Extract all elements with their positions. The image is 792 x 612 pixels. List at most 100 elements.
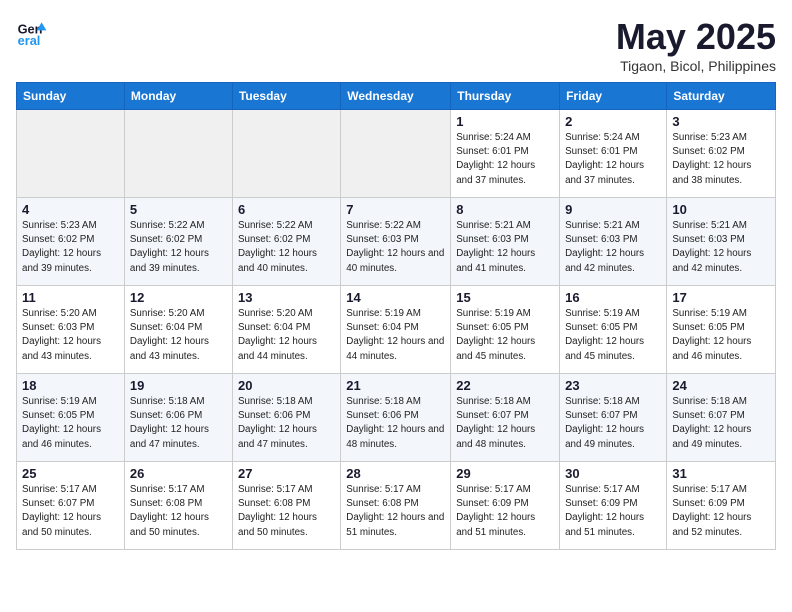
day-number: 19: [130, 378, 227, 393]
day-number: 8: [456, 202, 554, 217]
day-info: Sunrise: 5:17 AMSunset: 6:08 PMDaylight:…: [130, 483, 227, 540]
page-header: Gen eral May 2025 Tigaon, Bicol, Philipp…: [16, 16, 776, 74]
day-info: Sunrise: 5:19 AMSunset: 6:05 PMDaylight:…: [672, 307, 770, 364]
day-of-week-header: Saturday: [667, 83, 776, 110]
calendar-cell: 25Sunrise: 5:17 AMSunset: 6:07 PMDayligh…: [17, 462, 125, 550]
day-number: 30: [565, 466, 661, 481]
day-info: Sunrise: 5:17 AMSunset: 6:09 PMDaylight:…: [456, 483, 554, 540]
calendar-cell: 24 Sunrise: 5:18 AMSunset: 6:07 PMDayligh…: [667, 374, 776, 462]
day-info: Sunrise: 5:17 AMSunset: 6:09 PMDaylight:…: [672, 483, 770, 540]
day-number: 2: [565, 114, 661, 129]
day-of-week-header: Friday: [560, 83, 667, 110]
day-of-week-header: Wednesday: [341, 83, 451, 110]
calendar-cell: 7 Sunrise: 5:22 AMSunset: 6:03 PMDaylight…: [341, 198, 451, 286]
title-block: May 2025 Tigaon, Bicol, Philippines: [616, 16, 776, 74]
calendar-cell: 4 Sunrise: 5:23 AMSunset: 6:02 PMDaylight…: [17, 198, 125, 286]
calendar-table: SundayMondayTuesdayWednesdayThursdayFrid…: [16, 82, 776, 550]
calendar-cell: 3 Sunrise: 5:23 AMSunset: 6:02 PMDaylight…: [667, 110, 776, 198]
location-subtitle: Tigaon, Bicol, Philippines: [616, 58, 776, 74]
day-number: 17: [672, 290, 770, 305]
day-info: Sunrise: 5:18 AMSunset: 6:07 PMDaylight:…: [672, 395, 770, 452]
day-number: 4: [22, 202, 119, 217]
calendar-cell: 10Sunrise: 5:21 AMSunset: 6:03 PMDayligh…: [667, 198, 776, 286]
day-number: 13: [238, 290, 335, 305]
day-info: Sunrise: 5:19 AMSunset: 6:05 PMDaylight:…: [22, 395, 119, 452]
day-info: Sunrise: 5:18 AMSunset: 6:06 PMDaylight:…: [130, 395, 227, 452]
day-number: 21: [346, 378, 445, 393]
calendar-header-row: SundayMondayTuesdayWednesdayThursdayFrid…: [17, 83, 776, 110]
calendar-cell: 8 Sunrise: 5:21 AMSunset: 6:03 PMDaylight…: [451, 198, 560, 286]
calendar-cell: 19 Sunrise: 5:18 AMSunset: 6:06 PMDayligh…: [124, 374, 232, 462]
day-info: Sunrise: 5:19 AMSunset: 6:04 PMDaylight:…: [346, 307, 445, 364]
day-number: 1: [456, 114, 554, 129]
day-number: 11: [22, 290, 119, 305]
calendar-cell: [232, 110, 340, 198]
calendar-cell: 13Sunrise: 5:20 AMSunset: 6:04 PMDayligh…: [232, 286, 340, 374]
calendar-cell: 11 Sunrise: 5:20 AMSunset: 6:03 PMDayligh…: [17, 286, 125, 374]
svg-text:eral: eral: [18, 33, 41, 48]
calendar-cell: 28 Sunrise: 5:17 AMSunset: 6:08 PMDayligh…: [341, 462, 451, 550]
day-number: 9: [565, 202, 661, 217]
calendar-cell: 18 Sunrise: 5:19 AMSunset: 6:05 PMDayligh…: [17, 374, 125, 462]
day-info: Sunrise: 5:21 AMSunset: 6:03 PMDaylight:…: [456, 219, 554, 276]
day-info: Sunrise: 5:18 AMSunset: 6:07 PMDaylight:…: [565, 395, 661, 452]
calendar-cell: 5 Sunrise: 5:22 AMSunset: 6:02 PMDaylight…: [124, 198, 232, 286]
day-number: 6: [238, 202, 335, 217]
month-title: May 2025: [616, 16, 776, 58]
calendar-cell: 22Sunrise: 5:18 AMSunset: 6:07 PMDayligh…: [451, 374, 560, 462]
day-number: 24: [672, 378, 770, 393]
calendar-cell: 31 Sunrise: 5:17 AMSunset: 6:09 PMDayligh…: [667, 462, 776, 550]
day-number: 5: [130, 202, 227, 217]
day-info: Sunrise: 5:17 AMSunset: 6:08 PMDaylight:…: [346, 483, 445, 540]
day-info: Sunrise: 5:18 AMSunset: 6:06 PMDaylight:…: [346, 395, 445, 452]
calendar-cell: 15Sunrise: 5:19 AMSunset: 6:05 PMDayligh…: [451, 286, 560, 374]
day-number: 15: [456, 290, 554, 305]
calendar-week-row: 4 Sunrise: 5:23 AMSunset: 6:02 PMDaylight…: [17, 198, 776, 286]
calendar-cell: 6 Sunrise: 5:22 AMSunset: 6:02 PMDaylight…: [232, 198, 340, 286]
calendar-cell: 26Sunrise: 5:17 AMSunset: 6:08 PMDayligh…: [124, 462, 232, 550]
day-number: 20: [238, 378, 335, 393]
calendar-cell: 21 Sunrise: 5:18 AMSunset: 6:06 PMDayligh…: [341, 374, 451, 462]
day-info: Sunrise: 5:23 AMSunset: 6:02 PMDaylight:…: [672, 131, 770, 188]
day-info: Sunrise: 5:19 AMSunset: 6:05 PMDaylight:…: [565, 307, 661, 364]
day-number: 22: [456, 378, 554, 393]
day-number: 28: [346, 466, 445, 481]
day-number: 3: [672, 114, 770, 129]
calendar-cell: [124, 110, 232, 198]
day-of-week-header: Sunday: [17, 83, 125, 110]
day-number: 18: [22, 378, 119, 393]
calendar-cell: 30Sunrise: 5:17 AMSunset: 6:09 PMDayligh…: [560, 462, 667, 550]
calendar-cell: 16 Sunrise: 5:19 AMSunset: 6:05 PMDayligh…: [560, 286, 667, 374]
day-number: 14: [346, 290, 445, 305]
day-info: Sunrise: 5:17 AMSunset: 6:07 PMDaylight:…: [22, 483, 119, 540]
calendar-cell: 12Sunrise: 5:20 AMSunset: 6:04 PMDayligh…: [124, 286, 232, 374]
calendar-cell: 27 Sunrise: 5:17 AMSunset: 6:08 PMDayligh…: [232, 462, 340, 550]
day-of-week-header: Thursday: [451, 83, 560, 110]
calendar-cell: 17 Sunrise: 5:19 AMSunset: 6:05 PMDayligh…: [667, 286, 776, 374]
day-number: 16: [565, 290, 661, 305]
day-info: Sunrise: 5:22 AMSunset: 6:02 PMDaylight:…: [238, 219, 335, 276]
day-info: Sunrise: 5:22 AMSunset: 6:02 PMDaylight:…: [130, 219, 227, 276]
day-info: Sunrise: 5:17 AMSunset: 6:08 PMDaylight:…: [238, 483, 335, 540]
calendar-cell: 29 Sunrise: 5:17 AMSunset: 6:09 PMDayligh…: [451, 462, 560, 550]
day-number: 27: [238, 466, 335, 481]
logo-icon: Gen eral: [16, 16, 48, 48]
calendar-cell: [17, 110, 125, 198]
day-info: Sunrise: 5:21 AMSunset: 6:03 PMDaylight:…: [565, 219, 661, 276]
day-of-week-header: Monday: [124, 83, 232, 110]
day-info: Sunrise: 5:18 AMSunset: 6:06 PMDaylight:…: [238, 395, 335, 452]
day-info: Sunrise: 5:20 AMSunset: 6:03 PMDaylight:…: [22, 307, 119, 364]
calendar-cell: 20 Sunrise: 5:18 AMSunset: 6:06 PMDayligh…: [232, 374, 340, 462]
day-number: 12: [130, 290, 227, 305]
day-info: Sunrise: 5:24 AMSunset: 6:01 PMDaylight:…: [456, 131, 554, 188]
calendar-week-row: 11 Sunrise: 5:20 AMSunset: 6:03 PMDayligh…: [17, 286, 776, 374]
day-info: Sunrise: 5:22 AMSunset: 6:03 PMDaylight:…: [346, 219, 445, 276]
day-number: 31: [672, 466, 770, 481]
logo: Gen eral: [16, 16, 52, 48]
calendar-cell: [341, 110, 451, 198]
day-number: 29: [456, 466, 554, 481]
calendar-cell: 9 Sunrise: 5:21 AMSunset: 6:03 PMDaylight…: [560, 198, 667, 286]
day-info: Sunrise: 5:23 AMSunset: 6:02 PMDaylight:…: [22, 219, 119, 276]
calendar-cell: 14 Sunrise: 5:19 AMSunset: 6:04 PMDayligh…: [341, 286, 451, 374]
day-number: 7: [346, 202, 445, 217]
